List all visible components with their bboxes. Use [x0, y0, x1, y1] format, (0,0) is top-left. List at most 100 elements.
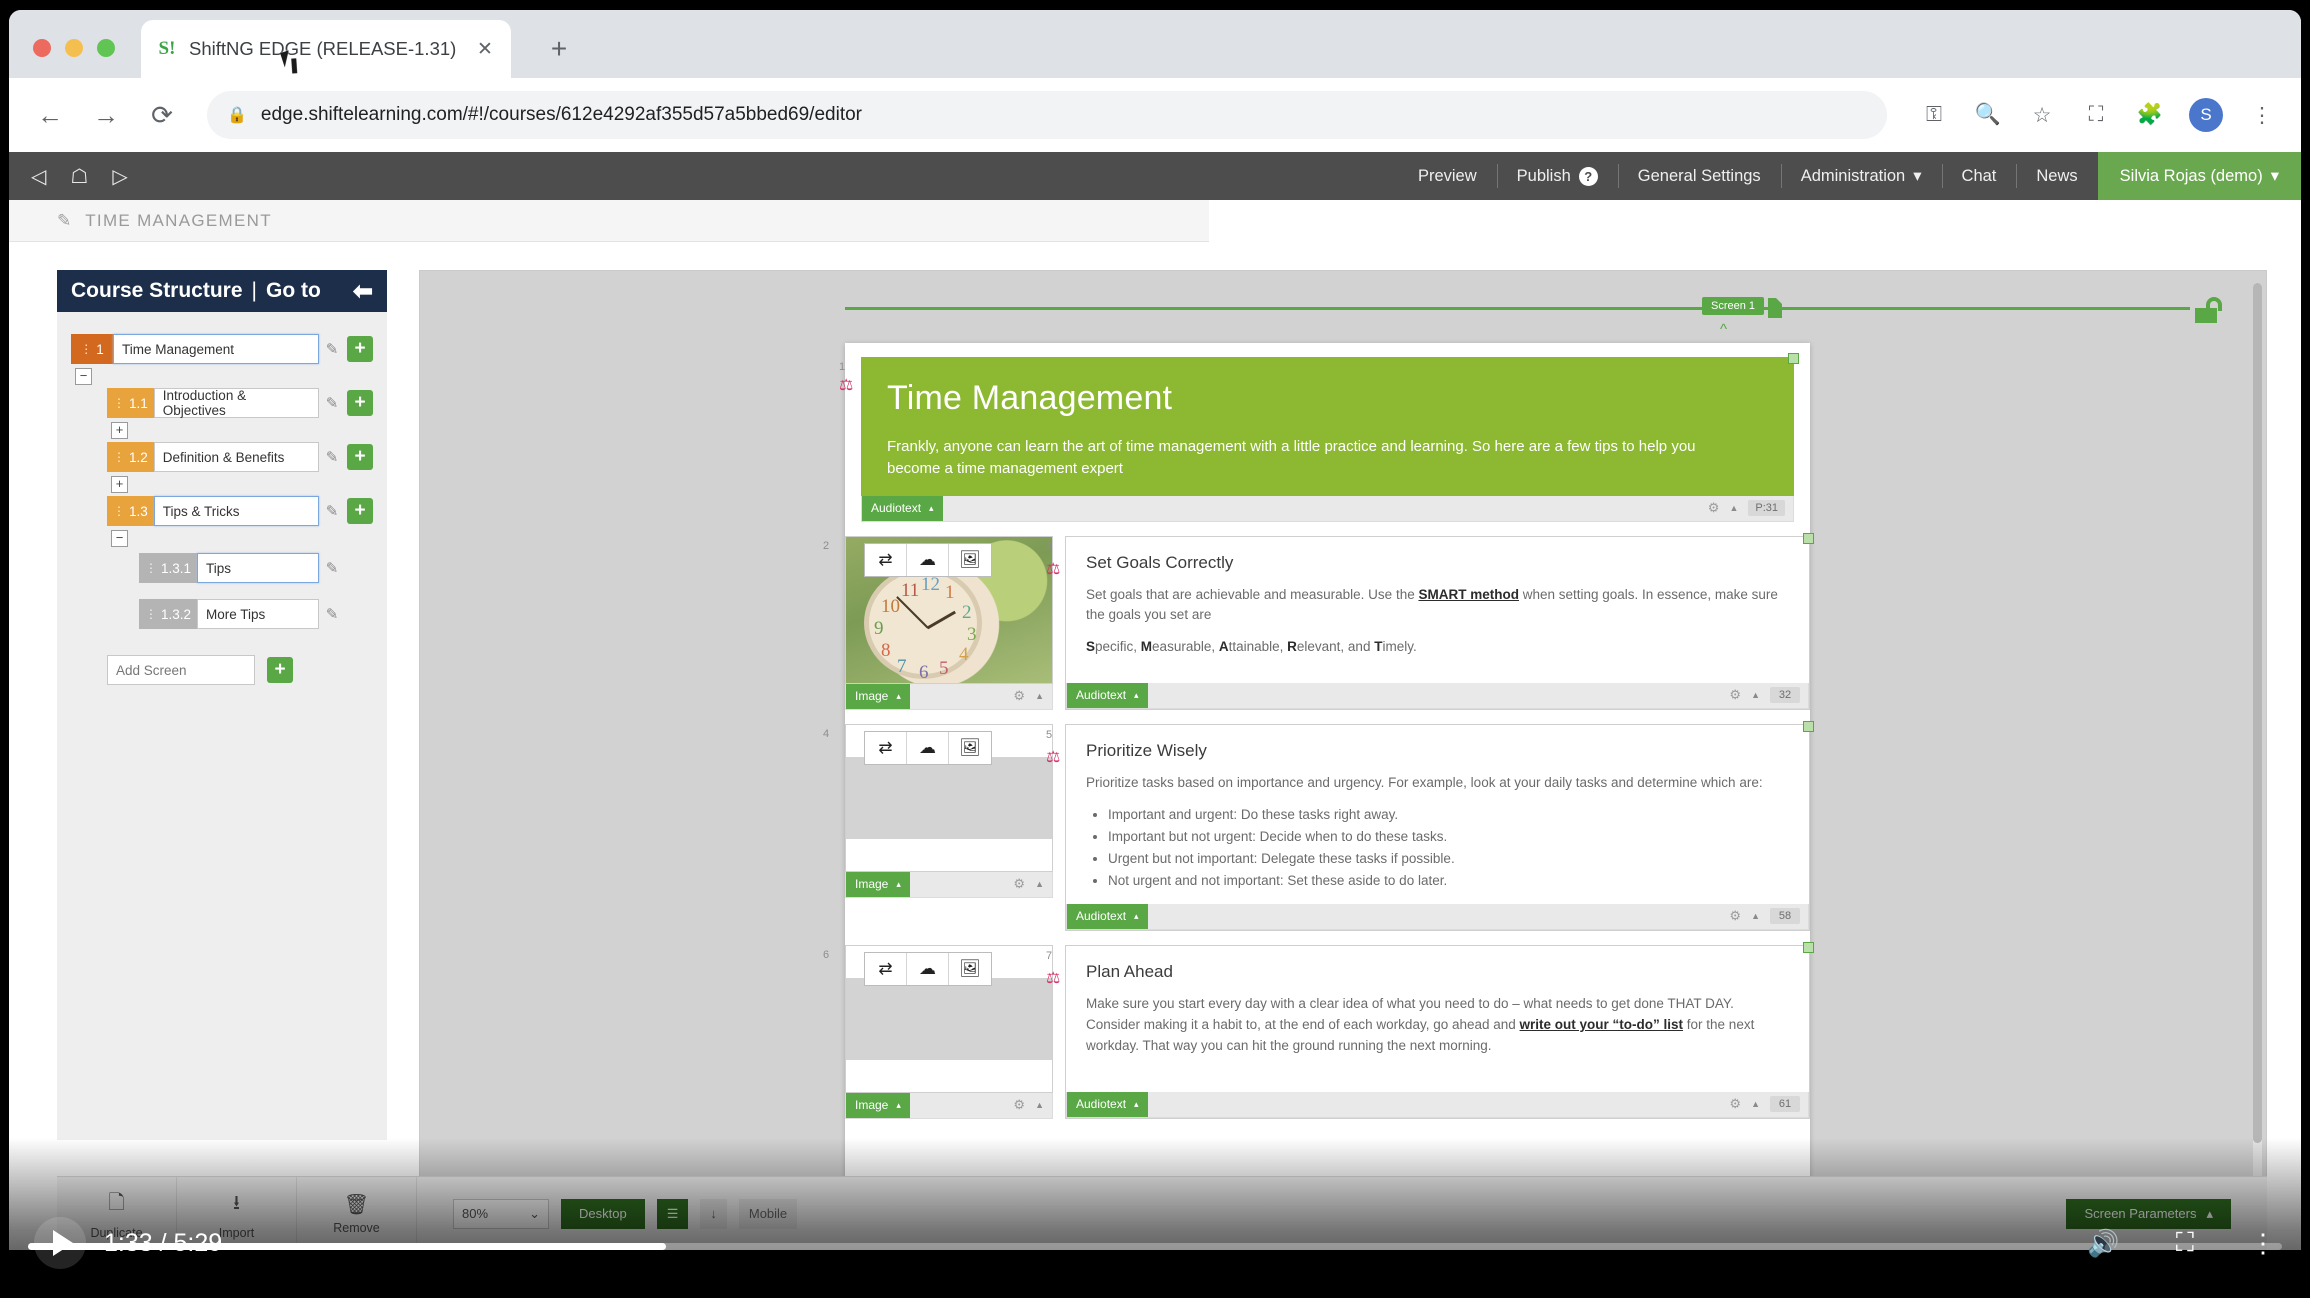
minimize-window-button[interactable]: [65, 39, 83, 57]
add-screen-input[interactable]: Add Screen: [107, 655, 255, 685]
collapse-toggle-1[interactable]: −: [75, 368, 92, 385]
audiotext-tag[interactable]: Audiotext ▴: [862, 496, 943, 521]
fullscreen-icon[interactable]: ⛶: [2176, 1227, 2194, 1259]
cloud-upload-icon[interactable]: ☁: [907, 732, 949, 764]
pencil-icon[interactable]: ✎: [319, 448, 345, 466]
collapse-toggle-1-2[interactable]: +: [111, 476, 128, 493]
add-child-button[interactable]: +: [347, 390, 373, 416]
text-column[interactable]: 7 ⚖ Plan Ahead Make sure you start every…: [1065, 945, 1810, 1119]
address-bar[interactable]: 🔒 edge.shiftelearning.com/#!/courses/612…: [207, 91, 1887, 139]
tree-item-input[interactable]: Time Management: [113, 334, 319, 364]
content-block-prioritize[interactable]: 4 ⇄ ☁ 🖼 Image: [845, 724, 1810, 931]
cloud-upload-icon[interactable]: ☁: [907, 953, 949, 985]
nav-general-settings[interactable]: General Settings: [1618, 152, 1781, 200]
goto-label[interactable]: Go to: [266, 279, 321, 303]
collapse-sidebar-icon[interactable]: ⬅: [353, 277, 373, 306]
picture-icon[interactable]: 🖼: [949, 544, 991, 576]
gear-icon[interactable]: ⚙: [1708, 500, 1720, 516]
audiotext-bar[interactable]: Audiotext ▴ ⚙ ▲ 61: [1066, 1092, 1809, 1118]
search-icon[interactable]: 🔍: [1973, 100, 2003, 130]
chevron-up-icon[interactable]: ▲: [1751, 1099, 1760, 1109]
hero-banner[interactable]: Time Management Frankly, anyone can lear…: [861, 357, 1794, 496]
image-frame[interactable]: 12 1 2 3 4 5 6 7 8 9: [845, 536, 1053, 684]
browser-menu-icon[interactable]: ⋮: [2247, 100, 2277, 130]
audiotext-bar[interactable]: Audiotext ▴ ⚙ ▲ 32: [1066, 683, 1809, 709]
content-block-hero[interactable]: 1 ⚖ Time Management Frankly, anyone can …: [861, 357, 1794, 522]
gear-icon[interactable]: ⚙: [1729, 908, 1741, 924]
pin-marker-icon[interactable]: ⚖: [1046, 563, 1056, 583]
text-body[interactable]: Plan Ahead Make sure you start every day…: [1066, 946, 1809, 1092]
pin-marker-icon[interactable]: ⚖: [1046, 972, 1056, 992]
image-tag[interactable]: Image ▴: [846, 684, 910, 709]
audiotext-bar[interactable]: Audiotext ▴ ⚙ ▲ P:31: [861, 496, 1794, 522]
home-icon[interactable]: ☖: [70, 164, 88, 189]
add-screen-button[interactable]: +: [267, 657, 293, 683]
volume-icon[interactable]: 🔊: [2087, 1228, 2119, 1259]
audiotext-tag[interactable]: Audiotext ▴: [1067, 904, 1148, 929]
user-menu[interactable]: Silvia Rojas (demo) ▾: [2098, 152, 2301, 200]
shuffle-icon[interactable]: ⇄: [865, 732, 907, 764]
pencil-icon[interactable]: ✎: [319, 340, 345, 358]
tree-item-1-3[interactable]: ⋮ 1.3 Tips & Tricks ✎ +: [71, 496, 373, 526]
gear-icon[interactable]: ⚙: [1013, 1097, 1025, 1113]
next-arrow-icon[interactable]: ▷: [112, 164, 127, 189]
tree-item-badge[interactable]: ⋮ 1.3.1: [139, 553, 197, 583]
drag-handle-icon[interactable]: ⋮: [145, 561, 156, 575]
reload-button[interactable]: ⟳: [145, 98, 179, 132]
audiotext-tag[interactable]: Audiotext ▴: [1067, 1092, 1148, 1117]
audiotext-bar[interactable]: Audiotext ▴ ⚙ ▲ 58: [1066, 904, 1809, 930]
tree-item-1-1[interactable]: ⋮ 1.1 Introduction & Objectives ✎ +: [71, 388, 373, 418]
picture-icon[interactable]: 🖼: [949, 953, 991, 985]
chevron-up-icon[interactable]: ▲: [1035, 1100, 1044, 1110]
text-body[interactable]: Set Goals Correctly Set goals that are a…: [1066, 537, 1809, 683]
chevron-up-icon[interactable]: ▲: [1751, 690, 1760, 700]
image-frame[interactable]: ⇄ ☁ 🖼: [845, 945, 1053, 1093]
text-body[interactable]: Prioritize Wisely Prioritize tasks based…: [1066, 725, 1809, 904]
add-child-button[interactable]: +: [347, 444, 373, 470]
extensions-icon[interactable]: 🧩: [2135, 100, 2165, 130]
tree-item-1-2[interactable]: ⋮ 1.2 Definition & Benefits ✎ +: [71, 442, 373, 472]
audiotext-tag[interactable]: Audiotext ▴: [1067, 683, 1148, 708]
chevron-up-icon[interactable]: ▲: [1035, 879, 1044, 889]
browser-tab[interactable]: S! ShiftNG EDGE (RELEASE-1.31) ✕: [141, 20, 511, 78]
image-bar[interactable]: Image ▴ ⚙ ▲: [845, 684, 1053, 710]
shuffle-icon[interactable]: ⇄: [865, 544, 907, 576]
drag-handle-icon[interactable]: ⋮: [113, 504, 124, 518]
cloud-upload-icon[interactable]: ☁: [907, 544, 949, 576]
drag-handle-icon[interactable]: ⋮: [113, 396, 124, 410]
tree-item-input[interactable]: Tips & Tricks: [154, 496, 319, 526]
collapse-toggle-1-1[interactable]: +: [111, 422, 128, 439]
help-icon[interactable]: ?: [1579, 167, 1598, 186]
resize-handle[interactable]: [1803, 721, 1814, 732]
tree-item-1[interactable]: ⋮ 1 Time Management ✎ +: [71, 334, 373, 364]
pencil-icon[interactable]: ✎: [319, 559, 345, 577]
text-column[interactable]: 5 ⚖ Prioritize Wisely Prioritize tasks b…: [1065, 724, 1810, 931]
profile-avatar[interactable]: S: [2189, 98, 2223, 132]
image-column[interactable]: 2 12 1 2 3 4 5: [845, 536, 1053, 710]
forward-button[interactable]: →: [89, 98, 123, 132]
tree-item-input[interactable]: Definition & Benefits: [154, 442, 319, 472]
image-frame[interactable]: ⇄ ☁ 🖼: [845, 724, 1053, 872]
tree-item-badge[interactable]: ⋮ 1.3: [107, 496, 154, 526]
image-column[interactable]: 6 ⇄ ☁ 🖼 Image: [845, 945, 1053, 1119]
chevron-up-icon[interactable]: ▲: [1751, 911, 1760, 921]
drag-handle-icon[interactable]: ⋮: [80, 342, 91, 356]
nav-publish[interactable]: Publish ?: [1497, 152, 1618, 200]
nav-preview[interactable]: Preview: [1398, 152, 1497, 200]
tree-item-input[interactable]: Introduction & Objectives: [154, 388, 319, 418]
tree-item-input[interactable]: Tips: [197, 553, 319, 583]
pin-marker-icon[interactable]: ⚖: [1046, 751, 1056, 771]
image-bar[interactable]: Image ▴ ⚙ ▲: [845, 872, 1053, 898]
resize-handle[interactable]: [1788, 353, 1799, 364]
nav-administration[interactable]: Administration ▾: [1781, 152, 1942, 200]
pin-marker-icon[interactable]: ⚖: [839, 379, 849, 399]
gear-icon[interactable]: ⚙: [1013, 876, 1025, 892]
tree-item-badge[interactable]: ⋮ 1.3.2: [139, 599, 197, 629]
picture-icon[interactable]: 🖼: [949, 732, 991, 764]
image-tag[interactable]: Image ▴: [846, 1093, 910, 1118]
image-toolbar[interactable]: ⇄ ☁ 🖼: [864, 731, 992, 765]
star-icon[interactable]: ☆: [2027, 100, 2057, 130]
drag-handle-icon[interactable]: ⋮: [145, 607, 156, 621]
resize-handle[interactable]: [1803, 533, 1814, 544]
pencil-icon[interactable]: ✎: [319, 605, 345, 623]
